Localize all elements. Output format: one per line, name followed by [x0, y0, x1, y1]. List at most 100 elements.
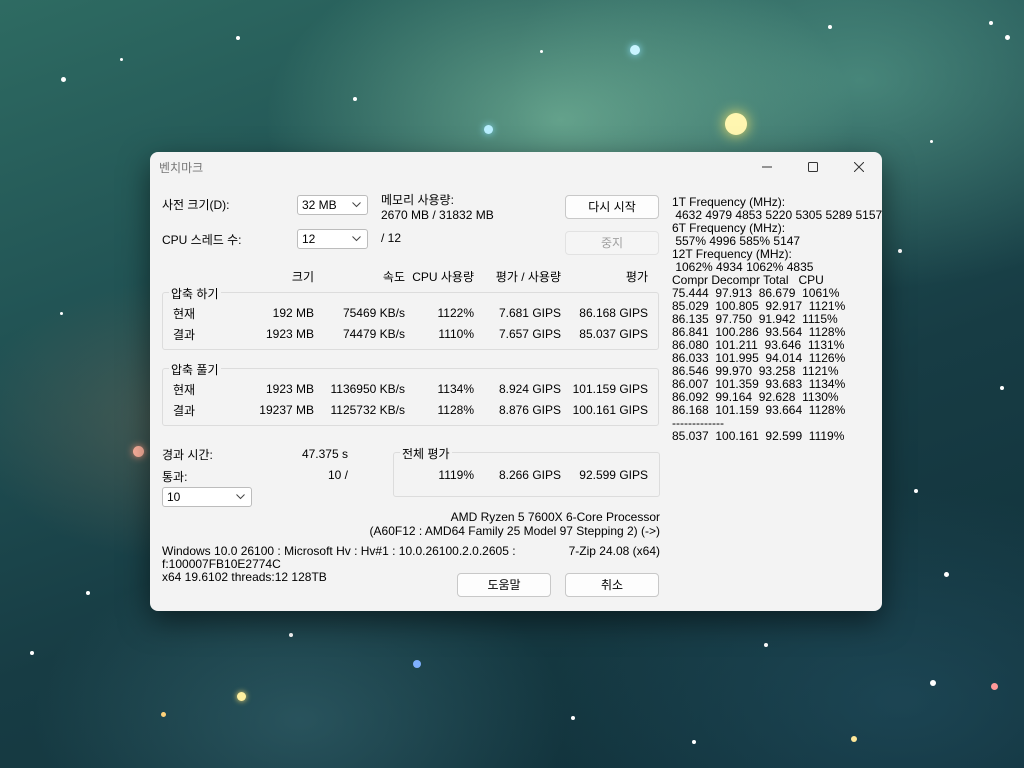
- version-label: 7-Zip 24.08 (x64): [568, 544, 660, 558]
- chevron-down-icon: [236, 494, 245, 500]
- cell-cpu-usage: 1110%: [438, 327, 474, 341]
- memory-usage-label: 메모리 사용량:: [381, 193, 454, 207]
- total-rating-value: 92.599 GIPS: [579, 468, 648, 482]
- cell-size: 192 MB: [272, 306, 314, 320]
- cpu-detail: (A60F12 : AMD64 Family 25 Model 97 Stepp…: [369, 524, 660, 538]
- passes-label: 통과:: [162, 470, 188, 484]
- cell-size: 1923 MB: [265, 327, 314, 341]
- star: [930, 140, 933, 143]
- maximize-icon: [808, 162, 818, 172]
- cell-rating-per-usage: 7.681 GIPS: [498, 306, 561, 320]
- cell-rating-per-usage: 8.924 GIPS: [498, 382, 561, 396]
- os-info-line1: Windows 10.0 26100 : Microsoft Hv : Hv#1…: [162, 544, 516, 558]
- star: [161, 712, 166, 717]
- cell-speed: 75469 KB/s: [342, 306, 405, 320]
- cell-cpu-usage: 1128%: [437, 403, 474, 417]
- star: [764, 643, 768, 647]
- total-rating-per-usage: 8.266 GIPS: [498, 468, 561, 482]
- chevron-down-icon: [352, 236, 361, 242]
- star: [1005, 35, 1010, 40]
- cell-rating-per-usage: 7.657 GIPS: [498, 327, 561, 341]
- decompress-group: [162, 368, 659, 426]
- cpu-name: AMD Ryzen 5 7600X 6-Core Processor: [450, 510, 660, 524]
- cell-size: 1923 MB: [265, 382, 314, 396]
- minimize-icon: [762, 166, 772, 168]
- star: [289, 633, 293, 637]
- log-line: 85.037 100.161 92.599 1119%: [672, 429, 845, 443]
- cell-cpu-usage: 1134%: [437, 382, 474, 396]
- star: [86, 591, 90, 595]
- cell-speed: 1125732 KB/s: [330, 403, 405, 417]
- cpu-threads-total: / 12: [381, 231, 402, 245]
- cell-rating: 85.037 GIPS: [579, 327, 648, 341]
- star: [540, 50, 543, 53]
- help-button[interactable]: 도움말: [457, 573, 551, 597]
- total-rating-label: 전체 평가: [400, 445, 452, 462]
- star: [413, 660, 421, 668]
- star: [236, 36, 240, 40]
- cell-rating: 100.161 GIPS: [572, 403, 648, 417]
- cell-speed: 74479 KB/s: [342, 327, 405, 341]
- row-label: 현재: [173, 307, 196, 321]
- star: [1000, 386, 1004, 390]
- column-cpu-usage: CPU 사용량: [412, 270, 474, 284]
- benchmark-window: 벤치마크 사전 크기(D): 32 MB 메모리 사용량: 2670 MB / …: [150, 152, 882, 611]
- column-size: 크기: [291, 270, 314, 284]
- cpu-threads-value: 12: [302, 232, 316, 246]
- cancel-button[interactable]: 취소: [565, 573, 659, 597]
- dictionary-size-label: 사전 크기(D):: [162, 198, 230, 212]
- cell-rating: 101.159 GIPS: [572, 382, 648, 396]
- column-speed: 속도: [382, 270, 405, 284]
- star: [851, 736, 857, 742]
- benchmark-log: 1T Frequency (MHz): 4632 4979 4853 5220 …: [672, 196, 882, 443]
- column-rating: 평가: [625, 270, 648, 284]
- row-label: 현재: [173, 383, 196, 397]
- star: [60, 312, 63, 315]
- star: [120, 58, 123, 61]
- elapsed-time-value: 47.375 s: [301, 447, 348, 461]
- cell-speed: 1136950 KB/s: [330, 382, 405, 396]
- star: [571, 716, 575, 720]
- dictionary-size-value: 32 MB: [302, 198, 337, 212]
- cpu-threads-select[interactable]: 12: [297, 229, 368, 249]
- minimize-button[interactable]: [744, 152, 790, 182]
- cpu-threads-label: CPU 스레드 수:: [162, 233, 242, 247]
- star: [30, 651, 34, 655]
- compress-group-label: 압축 하기: [169, 285, 221, 302]
- cell-cpu-usage: 1122%: [437, 306, 474, 320]
- restart-button[interactable]: 다시 시작: [565, 195, 659, 219]
- elapsed-time-label: 경과 시간:: [162, 448, 213, 462]
- star: [944, 572, 949, 577]
- passes-value: 10 /: [327, 468, 348, 482]
- cell-rating-per-usage: 8.876 GIPS: [498, 403, 561, 417]
- os-info-line3: x64 19.6102 threads:12 128TB: [162, 570, 327, 584]
- title-bar[interactable]: 벤치마크: [150, 152, 882, 182]
- star: [630, 45, 640, 55]
- star: [989, 21, 993, 25]
- star: [133, 446, 144, 457]
- cell-rating: 86.168 GIPS: [579, 306, 648, 320]
- cell-size: 19237 MB: [259, 403, 314, 417]
- close-button[interactable]: [836, 152, 882, 182]
- star: [61, 77, 66, 82]
- maximize-button[interactable]: [790, 152, 836, 182]
- star: [692, 740, 696, 744]
- total-cpu-usage: 1119%: [438, 468, 474, 482]
- row-label: 결과: [173, 404, 196, 418]
- column-rating-per-usage: 평가 / 사용량: [495, 270, 561, 284]
- close-icon: [854, 162, 864, 172]
- memory-usage-value: 2670 MB / 31832 MB: [381, 208, 494, 222]
- star: [991, 683, 998, 690]
- stop-button[interactable]: 중지: [565, 231, 659, 255]
- star: [914, 489, 918, 493]
- window-title: 벤치마크: [159, 161, 204, 175]
- chevron-down-icon: [352, 202, 361, 208]
- os-info-line2: f:100007FB10E2774C: [162, 557, 281, 571]
- star: [237, 692, 246, 701]
- star: [725, 113, 747, 135]
- compress-group: [162, 292, 659, 350]
- dictionary-size-select[interactable]: 32 MB: [297, 195, 368, 215]
- star: [828, 25, 832, 29]
- passes-select[interactable]: 10: [162, 487, 252, 507]
- star: [353, 97, 357, 101]
